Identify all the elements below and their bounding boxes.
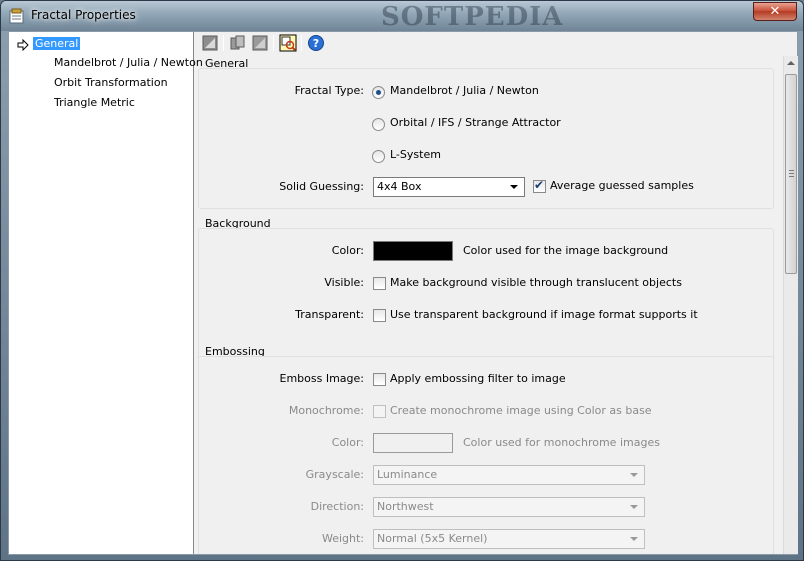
grayscale-label: Grayscale: (305, 468, 364, 481)
visible-desc[interactable]: Make background visible through transluc… (390, 274, 682, 292)
grip-line (789, 176, 794, 177)
radio-orbital-label[interactable]: Orbital / IFS / Strange Attractor (390, 114, 561, 132)
solid-guessing-select[interactable]: 4x4 Box (373, 177, 525, 197)
title-bar[interactable]: Fractal Properties SOFTPEDIA ✕ (1, 1, 803, 32)
fractal-type-label: Fractal Type: (294, 84, 364, 97)
radio-lsystem[interactable] (372, 150, 385, 163)
toolbar-separator (273, 35, 274, 51)
properties-panel: General Fractal Type: Mandelbrot / Julia… (198, 56, 782, 554)
visible-label: Visible: (324, 276, 364, 289)
solid-guessing-label: Solid Guessing: (279, 180, 364, 193)
emboss-color-swatch[interactable] (373, 433, 453, 453)
chevron-down-icon (510, 185, 518, 189)
window-title: Fractal Properties (31, 8, 136, 22)
direction-label: Direction: (310, 500, 364, 513)
tree-item-label: Orbit Transformation (54, 76, 168, 89)
tree-item-label: General (33, 37, 81, 50)
solid-guessing-value: 4x4 Box (377, 180, 422, 193)
monochrome-checkbox[interactable] (373, 405, 386, 418)
weight-value: Normal (5x5 Kernel) (377, 532, 488, 545)
tree-item-label: Mandelbrot / Julia / Newton (54, 56, 203, 69)
visible-checkbox[interactable] (373, 277, 386, 290)
emboss-image-checkbox[interactable] (373, 373, 386, 386)
average-guessed-checkbox[interactable] (533, 178, 546, 193)
copy-icon[interactable] (229, 34, 247, 52)
grip-line (789, 170, 794, 171)
weight-select[interactable]: Normal (5x5 Kernel) (373, 529, 645, 549)
radio-mandelbrot-label[interactable]: Mandelbrot / Julia / Newton (390, 82, 539, 100)
fractal-properties-window: Fractal Properties SOFTPEDIA ✕ General M… (0, 0, 804, 561)
toolbar: ? (197, 32, 797, 54)
emboss-color-desc: Color used for monochrome images (463, 436, 660, 449)
scroll-up-icon[interactable] (787, 61, 795, 65)
emboss-image-desc[interactable]: Apply embossing filter to image (390, 370, 566, 388)
background-color-label: Color: (331, 244, 364, 257)
grayscale-value: Luminance (377, 468, 438, 481)
chevron-down-icon (630, 473, 638, 477)
tree-item-orbit-transformation[interactable]: Orbit Transformation (54, 74, 168, 92)
transparent-checkbox[interactable] (373, 309, 386, 322)
monochrome-label: Monochrome: (288, 404, 364, 417)
grip-line (789, 173, 794, 174)
tree-item-mandelbrot[interactable]: Mandelbrot / Julia / Newton (54, 54, 203, 72)
watermark: SOFTPEDIA (381, 2, 564, 32)
preview-icon[interactable] (279, 34, 297, 52)
svg-text:?: ? (313, 37, 319, 50)
background-color-swatch[interactable] (373, 241, 453, 261)
tree-item-general[interactable]: General (33, 35, 81, 53)
reset-icon[interactable] (201, 34, 219, 52)
toolbar-separator (223, 35, 224, 51)
chevron-down-icon (630, 537, 638, 541)
radio-orbital[interactable] (372, 118, 385, 131)
background-color-desc: Color used for the image background (463, 244, 669, 257)
radio-mandelbrot[interactable] (372, 86, 385, 99)
average-guessed-label[interactable]: Average guessed samples (550, 177, 694, 195)
transparent-desc[interactable]: Use transparent background if image form… (390, 306, 698, 324)
dialog-client: General Mandelbrot / Julia / Newton Orbi… (8, 31, 798, 555)
close-button[interactable]: ✕ (753, 2, 797, 21)
radio-lsystem-label[interactable]: L-System (390, 146, 441, 164)
grayscale-select[interactable]: Luminance (373, 465, 645, 485)
emboss-color-label: Color: (331, 436, 364, 449)
weight-label: Weight: (321, 532, 364, 545)
monochrome-desc[interactable]: Create monochrome image using Color as b… (390, 402, 652, 420)
vertical-scrollbar[interactable] (783, 56, 798, 554)
transparent-label: Transparent: (295, 308, 364, 321)
close-icon: ✕ (769, 4, 781, 19)
emboss-image-label: Emboss Image: (279, 372, 365, 385)
chevron-down-icon (630, 505, 638, 509)
tree-item-triangle-metric[interactable]: Triangle Metric (54, 94, 135, 112)
scrollbar-thumb[interactable] (785, 74, 797, 274)
current-arrow-icon (17, 39, 29, 51)
category-tree[interactable]: General Mandelbrot / Julia / Newton Orbi… (9, 32, 203, 554)
help-icon[interactable]: ? (307, 34, 325, 52)
toolbar-separator (301, 35, 302, 51)
direction-select[interactable]: Northwest (373, 497, 645, 517)
direction-value: Northwest (377, 500, 434, 513)
paste-icon[interactable] (251, 34, 269, 52)
properties-icon (9, 8, 24, 24)
tree-item-label: Triangle Metric (54, 96, 135, 109)
